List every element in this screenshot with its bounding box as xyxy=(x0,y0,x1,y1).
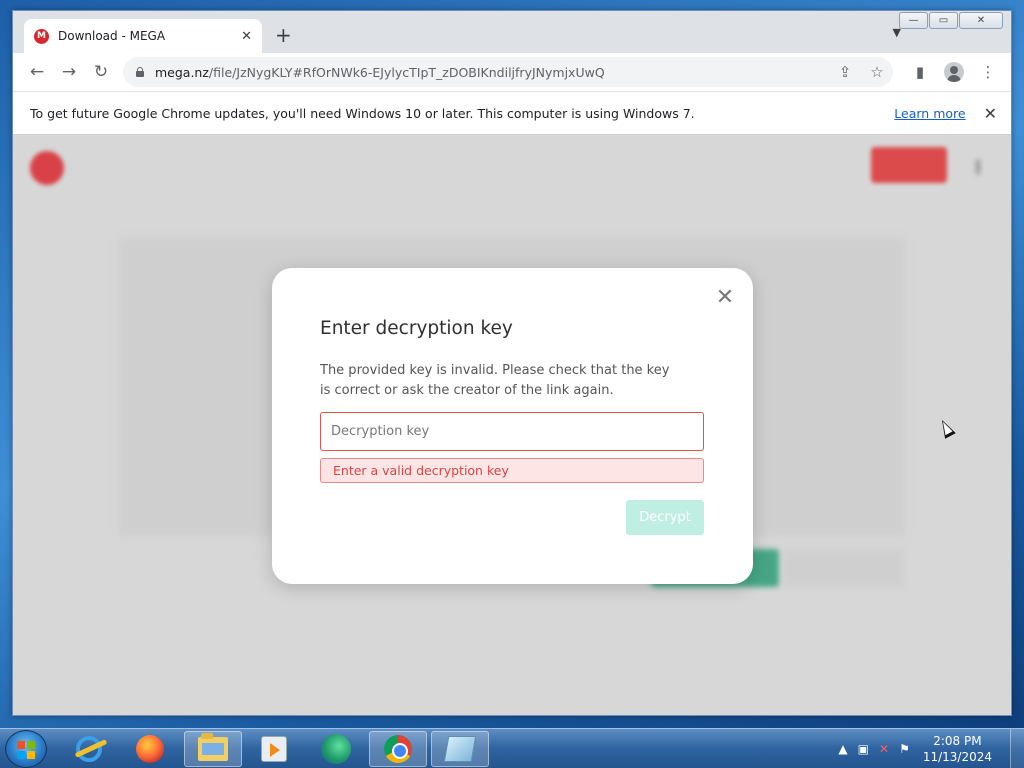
infobar-message: To get future Google Chrome updates, you… xyxy=(30,105,695,121)
firefox-icon xyxy=(136,735,164,763)
browser-toolbar: ← → ↻ mega.nz/file/JzNygKLY#RfOrNWk6-EJy… xyxy=(13,53,1011,91)
back-icon[interactable]: ← xyxy=(21,58,53,86)
tab-close-icon[interactable]: ✕ xyxy=(241,29,252,44)
tab-strip: M Download - MEGA ✕ + ▼ xyxy=(13,11,1011,53)
bookmark-star-icon[interactable]: ☆ xyxy=(861,63,893,81)
edge-icon xyxy=(321,734,351,764)
profile-avatar-icon[interactable] xyxy=(939,57,969,87)
minimize-button[interactable]: — xyxy=(899,12,928,29)
new-tab-icon[interactable]: + xyxy=(275,24,292,46)
error-message: Enter a valid decryption key xyxy=(320,458,704,483)
app-icon xyxy=(443,736,477,762)
tab-title: Download - MEGA xyxy=(58,29,166,43)
system-tray: ▲ ▣ ✕ ⚑ 2:08 PM 11/13/2024 xyxy=(833,729,1024,768)
side-panel-icon[interactable]: ▮ xyxy=(905,57,935,87)
taskbar-media-player[interactable] xyxy=(245,731,303,767)
clock-date: 11/13/2024 xyxy=(922,750,992,764)
decryption-key-dialog: ✕ Enter decryption key The provided key … xyxy=(272,268,753,584)
page-content: ✕ Enter decryption key The provided key … xyxy=(13,135,1011,715)
background-signup-button xyxy=(871,147,947,183)
mega-favicon-icon: M xyxy=(34,28,49,44)
infobar-close-icon[interactable]: ✕ xyxy=(984,104,997,123)
maximize-button[interactable]: ▭ xyxy=(929,12,958,29)
mega-logo-icon xyxy=(30,151,64,185)
lock-icon[interactable] xyxy=(135,67,145,77)
file-explorer-icon xyxy=(198,733,228,761)
learn-more-link[interactable]: Learn more xyxy=(894,106,965,121)
url-text[interactable]: mega.nz/file/JzNygKLY#RfOrNWk6-EJylycTIp… xyxy=(155,65,829,80)
url-path: /file/JzNygKLY#RfOrNWk6-EJylycTIpT_zDOBI… xyxy=(208,64,605,80)
show-hidden-icons-icon[interactable]: ▲ xyxy=(838,742,847,756)
more-menu-icon[interactable]: ⋮ xyxy=(973,57,1003,87)
system-clock[interactable]: 2:08 PM 11/13/2024 xyxy=(923,733,992,765)
share-icon[interactable]: ⇪ xyxy=(829,63,861,81)
chrome-window: — ▭ ✕ M Download - MEGA ✕ + ▼ ← → ↻ mega… xyxy=(12,10,1012,716)
tab-mega-download[interactable]: M Download - MEGA ✕ xyxy=(24,19,262,53)
taskbar-firefox[interactable] xyxy=(121,731,179,767)
taskbar-file-explorer[interactable] xyxy=(184,731,242,767)
start-button[interactable] xyxy=(5,730,47,768)
show-desktop-button[interactable] xyxy=(1010,729,1024,768)
media-player-icon xyxy=(261,736,287,762)
url-host: mega.nz xyxy=(155,64,209,80)
decrypt-button[interactable]: Decrypt xyxy=(626,500,704,535)
network-icon[interactable]: ▣ xyxy=(858,742,869,756)
toolbar-right: ▮ ⋮ xyxy=(905,57,1003,87)
clock-time: 2:08 PM xyxy=(933,734,982,748)
taskbar: ▲ ▣ ✕ ⚑ 2:08 PM 11/13/2024 xyxy=(0,728,1024,768)
dialog-description: The provided key is invalid. Please chec… xyxy=(320,363,670,398)
taskbar-chrome[interactable] xyxy=(369,731,427,767)
volume-muted-icon[interactable]: ✕ xyxy=(879,742,889,756)
forward-icon[interactable]: → xyxy=(53,58,85,86)
background-menu-icon xyxy=(975,159,981,175)
taskbar-edge[interactable] xyxy=(307,731,365,767)
dialog-close-icon[interactable]: ✕ xyxy=(714,287,736,310)
address-bar[interactable]: mega.nz/file/JzNygKLY#RfOrNWk6-EJylycTIp… xyxy=(123,57,893,87)
decryption-key-input[interactable] xyxy=(320,412,704,451)
internet-explorer-icon xyxy=(76,736,102,762)
background-secondary-button xyxy=(783,549,903,587)
chrome-icon xyxy=(384,735,412,763)
reload-icon[interactable]: ↻ xyxy=(85,58,117,86)
avatar xyxy=(944,62,964,82)
dialog-title: Enter decryption key xyxy=(320,318,513,339)
taskbar-app[interactable] xyxy=(431,731,489,767)
action-center-flag-icon[interactable]: ⚑ xyxy=(899,742,910,756)
update-infobar: To get future Google Chrome updates, you… xyxy=(13,91,1011,135)
window-controls: — ▭ ✕ xyxy=(899,12,1003,29)
taskbar-internet-explorer[interactable] xyxy=(60,731,118,767)
close-window-button[interactable]: ✕ xyxy=(959,12,1003,29)
